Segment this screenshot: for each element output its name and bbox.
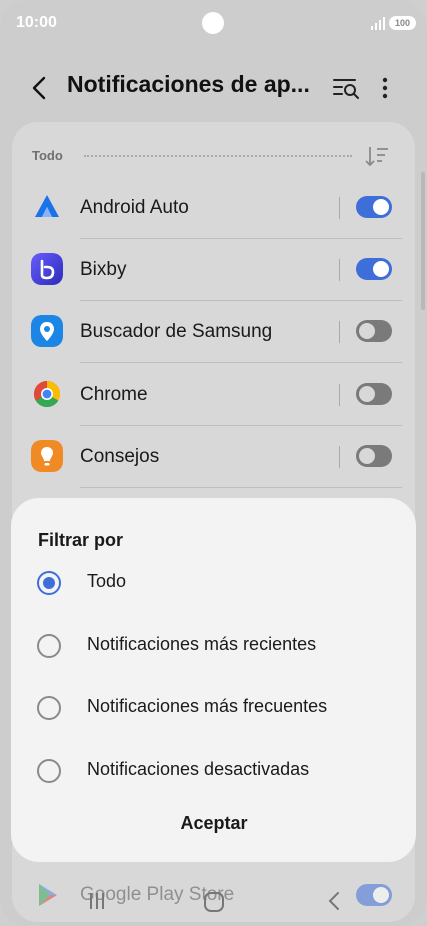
filter-option-all[interactable]: Todo — [11, 555, 416, 611]
radio-button[interactable] — [37, 571, 61, 595]
app-label: Bixby — [80, 259, 127, 280]
more-vertical-icon[interactable] — [374, 74, 396, 102]
app-label: Chrome — [80, 384, 148, 405]
page-title: Notificaciones de ap... — [67, 71, 310, 97]
radio-button[interactable] — [37, 634, 61, 658]
accept-button[interactable]: Aceptar — [150, 806, 278, 840]
toggle-knob — [359, 323, 375, 339]
radio-button[interactable] — [37, 759, 61, 783]
chrome-icon — [33, 380, 61, 408]
toggle-knob — [373, 261, 389, 277]
row-divider — [339, 321, 340, 343]
notification-toggle[interactable] — [356, 445, 392, 467]
filter-option-frequent[interactable]: Notificaciones más frecuentes — [11, 680, 416, 736]
row-divider — [339, 446, 340, 468]
option-label: Notificaciones más recientes — [87, 634, 317, 654]
notification-toggle[interactable] — [356, 320, 392, 342]
toggle-knob — [359, 386, 375, 402]
app-row-samsung-finder[interactable]: Buscador de Samsung — [12, 301, 415, 363]
android-auto-icon — [35, 195, 59, 217]
front-camera — [202, 12, 224, 34]
row-divider — [339, 197, 340, 219]
tips-icon — [31, 440, 63, 472]
toggle-knob — [359, 448, 375, 464]
option-label: Notificaciones desactivadas — [87, 759, 310, 779]
option-label: Todo — [87, 571, 127, 591]
app-label: Buscador de Samsung — [80, 321, 273, 342]
row-separator — [80, 362, 402, 363]
battery-icon: 100 — [389, 16, 416, 30]
toggle-knob — [373, 199, 389, 215]
notification-toggle[interactable] — [356, 258, 392, 280]
app-row-android-auto[interactable]: Android Auto — [12, 177, 415, 239]
signal-icon — [371, 17, 385, 30]
app-row-chrome[interactable]: Chrome — [12, 364, 415, 426]
navigation-bar — [0, 880, 427, 920]
bixby-icon — [31, 253, 63, 285]
app-row-tips[interactable]: Consejos — [12, 426, 415, 488]
app-label: Android Auto — [80, 197, 189, 218]
radio-button[interactable] — [37, 696, 61, 720]
row-divider — [339, 384, 340, 406]
scrollbar[interactable] — [421, 172, 425, 310]
status-bar: 10:00 100 — [0, 0, 427, 48]
nav-back-icon[interactable] — [326, 890, 342, 912]
app-label: Consejos — [80, 446, 160, 467]
row-separator — [80, 487, 402, 488]
phone-screen: 10:00 100 Notificaciones de ap... Todo A… — [0, 0, 427, 926]
sort-icon[interactable] — [364, 144, 390, 168]
filter-option-disabled[interactable]: Notificaciones desactivadas — [11, 743, 416, 799]
section-divider — [84, 155, 352, 157]
back-arrow-icon[interactable] — [24, 72, 56, 104]
recents-icon[interactable] — [85, 890, 109, 912]
row-divider — [339, 259, 340, 281]
notification-toggle[interactable] — [356, 383, 392, 405]
app-row-bixby[interactable]: Bixby — [12, 239, 415, 301]
option-label: Notificaciones más frecuentes — [87, 696, 328, 716]
notification-toggle[interactable] — [356, 196, 392, 218]
status-time: 10:00 — [16, 14, 57, 31]
filter-search-icon[interactable] — [331, 74, 361, 102]
samsung-finder-icon — [31, 315, 63, 347]
home-icon[interactable] — [202, 890, 226, 914]
filter-option-recent[interactable]: Notificaciones más recientes — [11, 618, 416, 674]
sheet-title: Filtrar por — [38, 530, 124, 550]
section-label: Todo — [32, 148, 63, 163]
